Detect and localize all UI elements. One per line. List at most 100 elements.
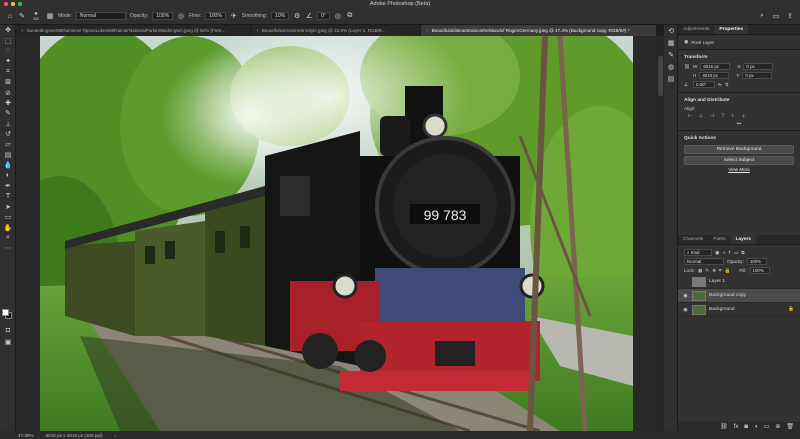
align-top-icon[interactable]: ⊤ xyxy=(721,113,725,119)
fx-icon[interactable]: fx xyxy=(734,424,739,430)
delete-layer-icon[interactable]: 🗑 xyxy=(786,423,794,430)
align-right-icon[interactable]: ⊣ xyxy=(710,113,714,119)
color-icon[interactable]: ◍ xyxy=(664,61,678,73)
more-align-options-icon[interactable]: ••• xyxy=(678,120,800,127)
brush-settings-icon[interactable]: ▦ xyxy=(46,12,54,20)
brush-size-picker[interactable]: ● 300 xyxy=(30,11,42,21)
hand-tool-icon[interactable]: ✋ xyxy=(0,222,16,232)
dodge-tool-icon[interactable]: ◐ xyxy=(0,170,16,180)
status-arrow-icon[interactable]: › xyxy=(115,433,117,438)
flip-horizontal-icon[interactable]: ⇋ xyxy=(718,82,722,88)
filter-shape-icon[interactable]: ▭ xyxy=(734,250,738,256)
foreground-color-swatch[interactable] xyxy=(2,309,9,316)
align-bottom-icon[interactable]: ⊥ xyxy=(741,113,745,119)
mode-select[interactable]: Normal xyxy=(75,12,126,20)
workspace-icon[interactable]: ▭ xyxy=(772,12,780,20)
home-icon[interactable]: ⌂ xyxy=(6,12,14,20)
comments-icon[interactable]: ✎ xyxy=(664,49,678,61)
add-mask-icon[interactable]: ◙ xyxy=(744,424,748,430)
healing-brush-tool-icon[interactable]: ✚ xyxy=(0,98,16,108)
libraries-icon[interactable]: ▦ xyxy=(664,37,678,49)
filter-pixel-icon[interactable]: ▣ xyxy=(715,250,719,256)
swatches-icon[interactable]: ▤ xyxy=(664,73,678,85)
type-tool-icon[interactable]: T xyxy=(0,191,16,201)
opacity-field[interactable]: 100% xyxy=(152,12,174,20)
align-heading[interactable]: Align and Distribute xyxy=(678,96,800,105)
align-center-icon[interactable]: ⊥ xyxy=(699,113,703,119)
quick-actions-heading[interactable]: Quick Actions xyxy=(678,134,800,143)
pressure-opacity-icon[interactable]: ◎ xyxy=(177,12,185,20)
angle-field[interactable]: 0.00° xyxy=(693,81,715,88)
angle-field[interactable]: 0° xyxy=(317,12,330,20)
history-icon[interactable]: ⟲ xyxy=(664,25,678,37)
lock-artboard-icon[interactable]: ⌗ xyxy=(719,268,722,273)
height-field[interactable]: 4016 px xyxy=(699,72,730,79)
flip-vertical-icon[interactable]: ⇅ xyxy=(725,82,729,88)
share-icon[interactable]: ⇪ xyxy=(786,12,794,20)
filter-type-icon[interactable]: T xyxy=(728,250,731,255)
blend-mode-select[interactable]: Normal xyxy=(684,258,724,265)
lasso-tool-icon[interactable]: ◌ xyxy=(0,46,16,56)
link-layers-icon[interactable]: ⛓ xyxy=(720,423,728,430)
filter-adjustment-icon[interactable]: ◑ xyxy=(722,250,725,255)
marquee-tool-icon[interactable]: ⬚ xyxy=(0,35,16,45)
smoothing-settings-icon[interactable]: ⚙ xyxy=(293,12,301,20)
tab-properties[interactable]: Properties xyxy=(714,25,749,34)
layer-row-background-copy[interactable]: ◉ Background copy xyxy=(678,289,800,303)
tab-document-3[interactable]: × Beautifuloldsteamtrainonthelslandof Rüg… xyxy=(421,25,657,36)
shape-tool-icon[interactable]: ▭ xyxy=(0,212,16,222)
smoothing-field[interactable]: 10% xyxy=(271,12,290,20)
lock-pixels-icon[interactable]: ✎ xyxy=(705,268,709,274)
transform-heading[interactable]: Transform xyxy=(678,53,800,62)
document-canvas[interactable]: 99 783 xyxy=(40,36,633,431)
eraser-tool-icon[interactable]: ▱ xyxy=(0,139,16,149)
width-field[interactable]: 6016 px xyxy=(700,63,731,70)
remove-background-button[interactable]: Remove Background xyxy=(684,145,794,154)
pressure-size-icon[interactable]: ◎ xyxy=(334,12,342,20)
align-left-icon[interactable]: ⊢ xyxy=(688,113,692,119)
canvas-area[interactable]: 99 783 xyxy=(16,36,657,431)
layer-row-layer-1[interactable]: Layer 1 xyxy=(678,275,800,289)
align-middle-icon[interactable]: ⊦ xyxy=(732,113,734,119)
flow-field[interactable]: 100% xyxy=(205,12,226,20)
layer-opacity-field[interactable]: 100% xyxy=(746,258,767,265)
lock-transparency-icon[interactable]: ▦ xyxy=(698,268,702,274)
quick-selection-tool-icon[interactable]: ✦ xyxy=(0,56,16,66)
close-tab-icon[interactable]: × xyxy=(426,28,429,33)
new-layer-icon[interactable]: ⊕ xyxy=(775,423,780,430)
quick-mask-icon[interactable]: ◘ xyxy=(0,325,16,335)
zoom-level[interactable]: 47.38% xyxy=(18,433,34,438)
group-icon[interactable]: ▭ xyxy=(764,423,770,430)
tab-document-2[interactable]: × Beautifulwomaninretrostyle.jpeg @ 32.8%… xyxy=(251,25,421,36)
crop-tool-icon[interactable]: ⌗ xyxy=(0,67,16,77)
blur-tool-icon[interactable]: 💧 xyxy=(0,160,16,170)
tab-layers[interactable]: Layers xyxy=(730,235,757,244)
history-brush-tool-icon[interactable]: ↺ xyxy=(0,129,16,139)
lock-all-icon[interactable]: 🔒 xyxy=(725,268,731,274)
pen-tool-icon[interactable]: ✒ xyxy=(0,181,16,191)
adjustment-layer-icon[interactable]: ◑ xyxy=(754,424,758,430)
y-field[interactable]: 0 px xyxy=(742,72,773,79)
close-tab-icon[interactable]: × xyxy=(21,28,24,33)
close-tab-icon[interactable]: × xyxy=(256,28,259,33)
layer-row-background[interactable]: ◉ Background 🔒 xyxy=(678,303,800,317)
lock-position-icon[interactable]: ✥ xyxy=(712,268,716,274)
screen-mode-icon[interactable]: ▣ xyxy=(0,337,16,347)
move-tool-icon[interactable]: ✥ xyxy=(0,25,16,35)
canvas-scrollbar[interactable] xyxy=(657,36,664,431)
more-tools-icon[interactable]: ⋯ xyxy=(0,243,16,253)
zoom-tool-icon[interactable]: ⌕ xyxy=(0,233,16,243)
view-more-link[interactable]: View More xyxy=(678,167,800,172)
path-selection-tool-icon[interactable]: ➤ xyxy=(0,202,16,212)
tab-paths[interactable]: Paths xyxy=(708,235,730,244)
search-icon[interactable]: ⌕ xyxy=(758,12,766,20)
clone-stamp-tool-icon[interactable]: ⊥ xyxy=(0,119,16,129)
frame-tool-icon[interactable]: ⊠ xyxy=(0,77,16,87)
gradient-tool-icon[interactable]: ▤ xyxy=(0,150,16,160)
fill-field[interactable]: 100% xyxy=(749,267,770,274)
brush-tool-icon[interactable]: ✎ xyxy=(0,108,16,118)
x-field[interactable]: 0 px xyxy=(743,63,774,70)
select-subject-button[interactable]: Select Subject xyxy=(684,156,794,165)
tab-adjustments[interactable]: Adjustments xyxy=(678,25,714,34)
scrollbar-thumb[interactable] xyxy=(658,56,663,96)
